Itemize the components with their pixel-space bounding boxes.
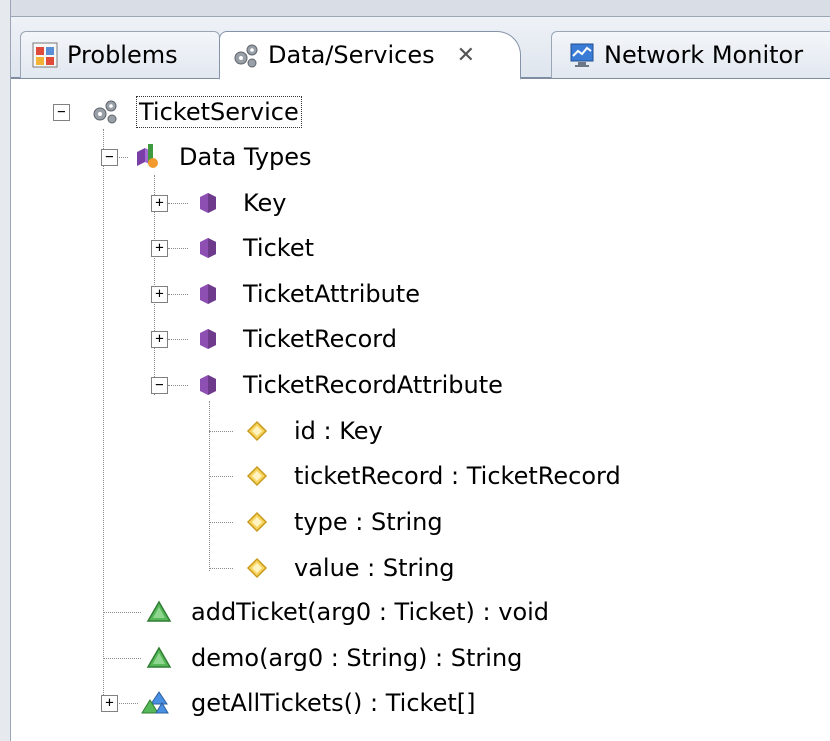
data-types-label[interactable]: Data Types [179, 142, 312, 172]
data-type-icon [200, 193, 216, 213]
expand-toggle[interactable]: + [101, 695, 118, 712]
tree-root-label[interactable]: TicketService [136, 96, 302, 128]
type-label[interactable]: Key [243, 188, 287, 218]
tree-connector [209, 431, 233, 432]
type-label[interactable]: TicketAttribute [243, 279, 420, 309]
service-tree: − TicketService − Data Types + Key + Tic… [11, 79, 830, 741]
tree-connector [168, 248, 188, 249]
window-top-border [0, 0, 830, 17]
type-label[interactable]: TicketRecordAttribute [243, 370, 503, 400]
view-tab-bar: Problems Data/Services ✕ Network Monitor [11, 17, 830, 80]
network-monitor-icon [570, 43, 594, 67]
window-left-border [0, 0, 11, 741]
data-type-icon [200, 284, 216, 304]
gears-icon [234, 44, 258, 68]
property-label[interactable]: value : String [294, 553, 455, 583]
collapse-toggle[interactable]: − [53, 104, 70, 121]
gears-icon [93, 100, 117, 124]
data-type-icon [200, 238, 216, 258]
tree-connector [168, 339, 188, 340]
expand-toggle[interactable]: + [151, 240, 168, 257]
tree-connector [209, 476, 233, 477]
type-label[interactable]: Ticket [243, 233, 314, 263]
property-label[interactable]: id : Key [294, 416, 383, 446]
tree-connector [168, 294, 188, 295]
property-label[interactable]: type : String [294, 507, 443, 537]
data-type-icon [200, 329, 216, 349]
property-icon [246, 557, 268, 579]
operation-label[interactable]: demo(arg0 : String) : String [191, 643, 522, 673]
problems-icon [32, 42, 58, 68]
tab-problems-label: Problems [67, 41, 178, 69]
collapse-toggle[interactable]: − [151, 377, 168, 394]
operation-label[interactable]: addTicket(arg0 : Ticket) : void [191, 597, 549, 627]
tree-connector [209, 568, 233, 569]
collapse-toggle[interactable]: − [101, 149, 118, 166]
expand-toggle[interactable]: + [151, 331, 168, 348]
tree-connector [209, 401, 210, 571]
tab-network-monitor[interactable]: Network Monitor [551, 31, 830, 78]
operation-triangle-icon [146, 646, 172, 668]
data-services-view: Problems Data/Services ✕ Network Monitor [0, 0, 830, 741]
tree-connector [103, 612, 141, 613]
tab-data-services-label: Data/Services [268, 41, 435, 69]
close-icon[interactable]: ✕ [457, 43, 475, 68]
tab-data-services[interactable]: Data/Services ✕ [219, 31, 521, 80]
property-icon [246, 420, 268, 442]
operation-triangle-icon [146, 600, 172, 622]
tab-network-monitor-label: Network Monitor [604, 41, 804, 69]
tree-connector [103, 658, 141, 659]
property-icon [246, 465, 268, 487]
data-types-icon [137, 144, 158, 168]
property-label[interactable]: ticketRecord : TicketRecord [294, 461, 621, 491]
property-icon [246, 511, 268, 533]
operation-multi-icon [141, 691, 169, 714]
expand-toggle[interactable]: + [151, 195, 168, 212]
type-label[interactable]: TicketRecord [243, 324, 397, 354]
tree-connector [209, 522, 233, 523]
tree-connector [168, 203, 188, 204]
tree-connector [116, 703, 138, 704]
data-type-icon [200, 375, 216, 395]
tree-connector [168, 385, 188, 386]
expand-toggle[interactable]: + [151, 286, 168, 303]
tree-connector [103, 129, 104, 709]
tab-problems[interactable]: Problems [20, 31, 220, 78]
operation-label[interactable]: getAllTickets() : Ticket[] [191, 688, 475, 718]
